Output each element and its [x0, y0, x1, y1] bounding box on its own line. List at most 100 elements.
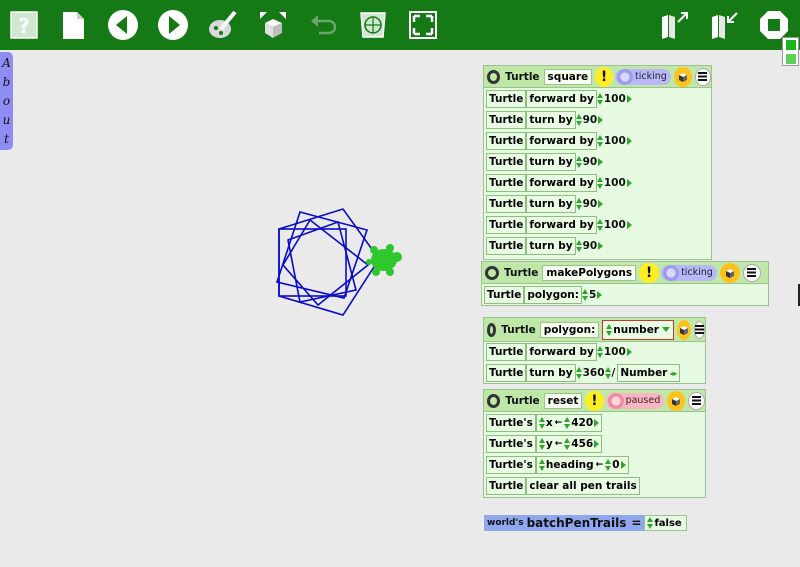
- fullscreen-icon: [409, 11, 437, 39]
- script-polygon[interactable]: Turtle polygon: number Turtle forward by 1…: [483, 317, 706, 384]
- row-command: forward by: [526, 132, 597, 150]
- about-letter: A: [2, 56, 11, 71]
- parameter-tile[interactable]: Number ◂▸: [617, 364, 681, 382]
- row-owner: Turtle: [486, 343, 527, 361]
- status-ticking[interactable]: ticking: [661, 264, 717, 281]
- new-page-button[interactable]: [57, 9, 89, 41]
- script-row[interactable]: Turtle polygon: 5: [484, 285, 603, 305]
- number-arg[interactable]: 90: [575, 240, 604, 252]
- row-command: turn by: [526, 195, 576, 213]
- script-makepolygons[interactable]: Turtle makePolygons ! ticking Turtle poly…: [481, 261, 769, 306]
- script-toggle-icon[interactable]: [487, 393, 501, 408]
- menu-icon[interactable]: [742, 263, 761, 282]
- variable-tile[interactable]: heading ← 0: [535, 456, 629, 474]
- number-arg[interactable]: 90: [575, 156, 604, 168]
- help-icon: ?: [10, 11, 38, 39]
- script-header[interactable]: Turtle makePolygons ! ticking: [482, 262, 768, 284]
- script-toggle-icon[interactable]: [485, 265, 499, 280]
- world-variable-label[interactable]: world's batchPenTrails =: [484, 515, 645, 531]
- row-command: turn by: [526, 153, 576, 171]
- warning-icon[interactable]: !: [585, 390, 604, 411]
- expand-box-button[interactable]: [257, 9, 289, 41]
- script-header[interactable]: Turtle reset ! paused: [484, 390, 705, 412]
- publish-icon: [360, 12, 386, 38]
- script-row[interactable]: Turtle's y ← 456: [486, 434, 603, 454]
- number-arg[interactable]: 90: [575, 198, 604, 210]
- warning-icon[interactable]: !: [639, 262, 660, 283]
- script-name[interactable]: polygon:: [539, 321, 600, 338]
- number-arg[interactable]: 100: [596, 346, 632, 358]
- row-command: forward by: [526, 343, 597, 361]
- script-row[interactable]: Turtle forward by 100: [486, 173, 632, 193]
- menu-icon[interactable]: [688, 391, 705, 410]
- script-row[interactable]: Turtle turn by 90: [486, 194, 604, 214]
- script-square[interactable]: Turtle square ! ticking Turtle forward by…: [483, 65, 712, 260]
- script-header[interactable]: Turtle polygon: number: [484, 318, 705, 342]
- parameter-type-select[interactable]: number: [602, 319, 674, 340]
- script-row[interactable]: Turtle turn by 90: [486, 152, 604, 172]
- undo-icon: [311, 15, 337, 35]
- robot-icon[interactable]: [677, 319, 691, 340]
- menu-icon[interactable]: [694, 320, 705, 339]
- variable-tile[interactable]: y ← 456: [535, 435, 603, 453]
- warning-icon[interactable]: !: [595, 66, 614, 87]
- row-command: clear all pen trails: [526, 477, 640, 495]
- number-arg[interactable]: 100: [596, 219, 632, 231]
- collapse-book-button[interactable]: [708, 9, 740, 41]
- robot-icon[interactable]: [719, 262, 740, 283]
- world-variable-value[interactable]: false: [644, 515, 687, 531]
- script-reset[interactable]: Turtle reset ! paused Turtle's x ← 420 Turt…: [483, 389, 706, 498]
- script-name[interactable]: makePolygons: [542, 264, 637, 281]
- script-row[interactable]: Turtle turn by 360/Number ◂▸: [486, 363, 681, 383]
- script-row[interactable]: Turtle forward by 100: [486, 342, 632, 362]
- number-arg[interactable]: 100: [596, 177, 632, 189]
- help-button[interactable]: ?: [8, 9, 40, 41]
- toolbar: ?: [0, 0, 800, 50]
- row-owner: Turtle: [486, 153, 527, 171]
- script-row[interactable]: Turtle forward by 100: [486, 215, 632, 235]
- script-header[interactable]: Turtle square ! ticking: [484, 66, 711, 88]
- row-command: polygon:: [524, 286, 582, 304]
- script-row[interactable]: Turtle turn by 90: [486, 236, 604, 256]
- robot-icon[interactable]: [667, 390, 686, 411]
- row-owner: Turtle's: [486, 456, 536, 474]
- chevron-down-icon: [662, 327, 670, 332]
- status-ticking[interactable]: ticking: [615, 68, 671, 85]
- number-arg[interactable]: 90: [575, 114, 604, 126]
- publish-button[interactable]: [357, 9, 389, 41]
- about-letter: b: [2, 75, 11, 90]
- expand-book-button[interactable]: [658, 9, 690, 41]
- script-name[interactable]: reset: [543, 392, 583, 409]
- script-toggle-icon[interactable]: [487, 69, 501, 84]
- script-name[interactable]: square: [543, 68, 593, 85]
- status-paused[interactable]: paused: [605, 392, 665, 409]
- number-arg[interactable]: 100: [596, 135, 632, 147]
- turtle-canvas[interactable]: [260, 195, 420, 330]
- script-row[interactable]: Turtle turn by 90: [486, 110, 604, 130]
- number-arg[interactable]: 100: [596, 93, 632, 105]
- robot-icon[interactable]: [673, 66, 692, 87]
- operator-divide[interactable]: /: [604, 367, 615, 379]
- row-owner: Turtle: [486, 90, 527, 108]
- undo-button[interactable]: [307, 9, 339, 41]
- fullscreen-button[interactable]: [407, 9, 439, 41]
- world-owner: world's: [487, 518, 524, 528]
- world-variable[interactable]: world's batchPenTrails = false: [484, 515, 687, 531]
- script-row[interactable]: Turtle's x ← 420: [486, 413, 603, 433]
- script-row[interactable]: Turtle forward by 100: [486, 131, 632, 151]
- expand-box-icon: [260, 12, 286, 38]
- script-row[interactable]: Turtle clear all pen trails: [486, 476, 640, 496]
- script-toggle-icon[interactable]: [487, 322, 497, 337]
- variable-tile[interactable]: x ← 420: [535, 414, 603, 432]
- forward-button[interactable]: [157, 9, 189, 41]
- mini-scroller[interactable]: [782, 37, 799, 66]
- script-row[interactable]: Turtle's heading ← 0: [486, 455, 629, 475]
- number-arg[interactable]: 5: [581, 289, 603, 301]
- number-arg[interactable]: 360: [575, 367, 605, 379]
- clock-icon: [617, 68, 634, 85]
- back-button[interactable]: [107, 9, 139, 41]
- paint-button[interactable]: [207, 9, 239, 41]
- menu-icon[interactable]: [694, 67, 711, 86]
- script-row[interactable]: Turtle forward by 100: [486, 89, 632, 109]
- about-tab[interactable]: A b o u t: [0, 52, 13, 150]
